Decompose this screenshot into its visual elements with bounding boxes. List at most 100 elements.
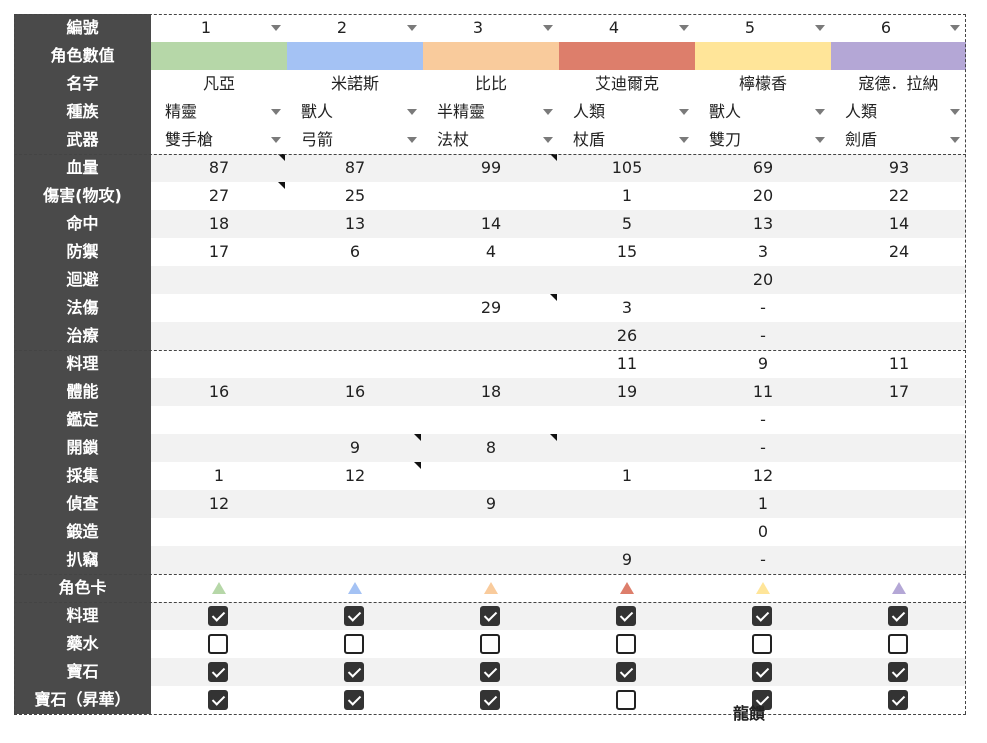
cell-card[interactable] (423, 574, 559, 602)
cell-appraise (559, 406, 695, 434)
checkbox-unchecked[interactable] (888, 634, 908, 654)
cell-race[interactable]: 人類 (831, 98, 966, 126)
cell-chk_gem[interactable] (151, 658, 287, 686)
checkbox-checked[interactable] (344, 606, 364, 626)
dropdown-arrow-icon[interactable] (815, 25, 825, 31)
cell-weapon[interactable]: 雙刀 (695, 126, 831, 154)
checkbox-checked[interactable] (888, 606, 908, 626)
cell-id[interactable]: 6 (831, 14, 966, 42)
checkbox-checked[interactable] (480, 662, 500, 682)
cell-chk_cook[interactable] (151, 602, 287, 630)
comment-marker-icon[interactable] (278, 154, 285, 161)
checkbox-checked[interactable] (888, 662, 908, 682)
checkbox-unchecked[interactable] (344, 634, 364, 654)
character-card-triangle-icon[interactable] (484, 582, 498, 594)
character-card-triangle-icon[interactable] (212, 582, 226, 594)
cell-card[interactable] (559, 574, 695, 602)
dropdown-arrow-icon[interactable] (271, 109, 281, 115)
dropdown-arrow-icon[interactable] (543, 109, 553, 115)
cell-chk_potion[interactable] (559, 630, 695, 658)
cell-hp: 69 (695, 154, 831, 182)
checkbox-checked[interactable] (752, 662, 772, 682)
character-card-triangle-icon[interactable] (348, 582, 362, 594)
comment-marker-icon[interactable] (550, 434, 557, 441)
dropdown-arrow-icon[interactable] (815, 109, 825, 115)
cell-chk_cook[interactable] (831, 602, 966, 630)
cell-weapon[interactable]: 弓箭 (287, 126, 423, 154)
cell-id[interactable]: 3 (423, 14, 559, 42)
checkbox-checked[interactable] (616, 662, 636, 682)
dropdown-arrow-icon[interactable] (679, 25, 689, 31)
dropdown-arrow-icon[interactable] (271, 137, 281, 143)
cell-hp: 87 (287, 154, 423, 182)
dropdown-arrow-icon[interactable] (407, 25, 417, 31)
dropdown-arrow-icon[interactable] (950, 25, 960, 31)
cell-chk_gem[interactable] (695, 658, 831, 686)
cell-chk_gem[interactable] (559, 658, 695, 686)
checkbox-checked[interactable] (616, 606, 636, 626)
cell-card[interactable] (695, 574, 831, 602)
checkbox-unchecked[interactable] (752, 634, 772, 654)
cell-card[interactable] (287, 574, 423, 602)
checkbox-unchecked[interactable] (480, 634, 500, 654)
cell-chk_cook[interactable] (695, 602, 831, 630)
dropdown-arrow-icon[interactable] (950, 109, 960, 115)
cell-id[interactable]: 4 (559, 14, 695, 42)
cell-race[interactable]: 獸人 (287, 98, 423, 126)
cell-chk_potion[interactable] (831, 630, 966, 658)
cell-value: 法杖 (437, 130, 470, 149)
cell-card[interactable] (831, 574, 966, 602)
comment-marker-icon[interactable] (414, 434, 421, 441)
cell-steal (151, 546, 287, 574)
stat-value: - (760, 326, 766, 345)
stat-value: 13 (344, 214, 366, 233)
character-card-triangle-icon[interactable] (620, 582, 634, 594)
checkbox-unchecked[interactable] (208, 634, 228, 654)
cell-chk_gem[interactable] (831, 658, 966, 686)
dropdown-arrow-icon[interactable] (271, 25, 281, 31)
cell-id[interactable]: 2 (287, 14, 423, 42)
cell-chk_gem[interactable] (423, 658, 559, 686)
dropdown-arrow-icon[interactable] (543, 25, 553, 31)
comment-marker-icon[interactable] (278, 182, 285, 189)
dropdown-arrow-icon[interactable] (679, 109, 689, 115)
checkbox-checked[interactable] (752, 606, 772, 626)
cell-weapon[interactable]: 法杖 (423, 126, 559, 154)
dropdown-arrow-icon[interactable] (950, 137, 960, 143)
cell-chk_potion[interactable] (695, 630, 831, 658)
checkbox-checked[interactable] (480, 606, 500, 626)
dropdown-arrow-icon[interactable] (407, 109, 417, 115)
checkbox-checked[interactable] (208, 662, 228, 682)
checkbox-checked[interactable] (344, 662, 364, 682)
dropdown-arrow-icon[interactable] (679, 137, 689, 143)
checkbox-checked[interactable] (208, 606, 228, 626)
cell-race[interactable]: 人類 (559, 98, 695, 126)
comment-marker-icon[interactable] (414, 462, 421, 469)
cell-chk_cook[interactable] (287, 602, 423, 630)
cell-weapon[interactable]: 杖盾 (559, 126, 695, 154)
cell-chk_cook[interactable] (559, 602, 695, 630)
cell-chk_potion[interactable] (287, 630, 423, 658)
cell-chk_gem[interactable] (287, 658, 423, 686)
cell-race[interactable]: 獸人 (695, 98, 831, 126)
dropdown-arrow-icon[interactable] (815, 137, 825, 143)
comment-marker-icon[interactable] (550, 294, 557, 301)
cell-race[interactable]: 半精靈 (423, 98, 559, 126)
cell-atk: 27 (151, 182, 287, 210)
cell-unlock (559, 434, 695, 462)
cell-chk_potion[interactable] (151, 630, 287, 658)
character-card-triangle-icon[interactable] (892, 582, 906, 594)
cell-card[interactable] (151, 574, 287, 602)
comment-marker-icon[interactable] (550, 154, 557, 161)
dropdown-arrow-icon[interactable] (543, 137, 553, 143)
cell-id[interactable]: 5 (695, 14, 831, 42)
cell-weapon[interactable]: 雙手槍 (151, 126, 287, 154)
cell-race[interactable]: 精靈 (151, 98, 287, 126)
cell-weapon[interactable]: 劍盾 (831, 126, 966, 154)
cell-id[interactable]: 1 (151, 14, 287, 42)
character-card-triangle-icon[interactable] (756, 582, 770, 594)
cell-chk_potion[interactable] (423, 630, 559, 658)
checkbox-unchecked[interactable] (616, 634, 636, 654)
dropdown-arrow-icon[interactable] (407, 137, 417, 143)
cell-chk_cook[interactable] (423, 602, 559, 630)
